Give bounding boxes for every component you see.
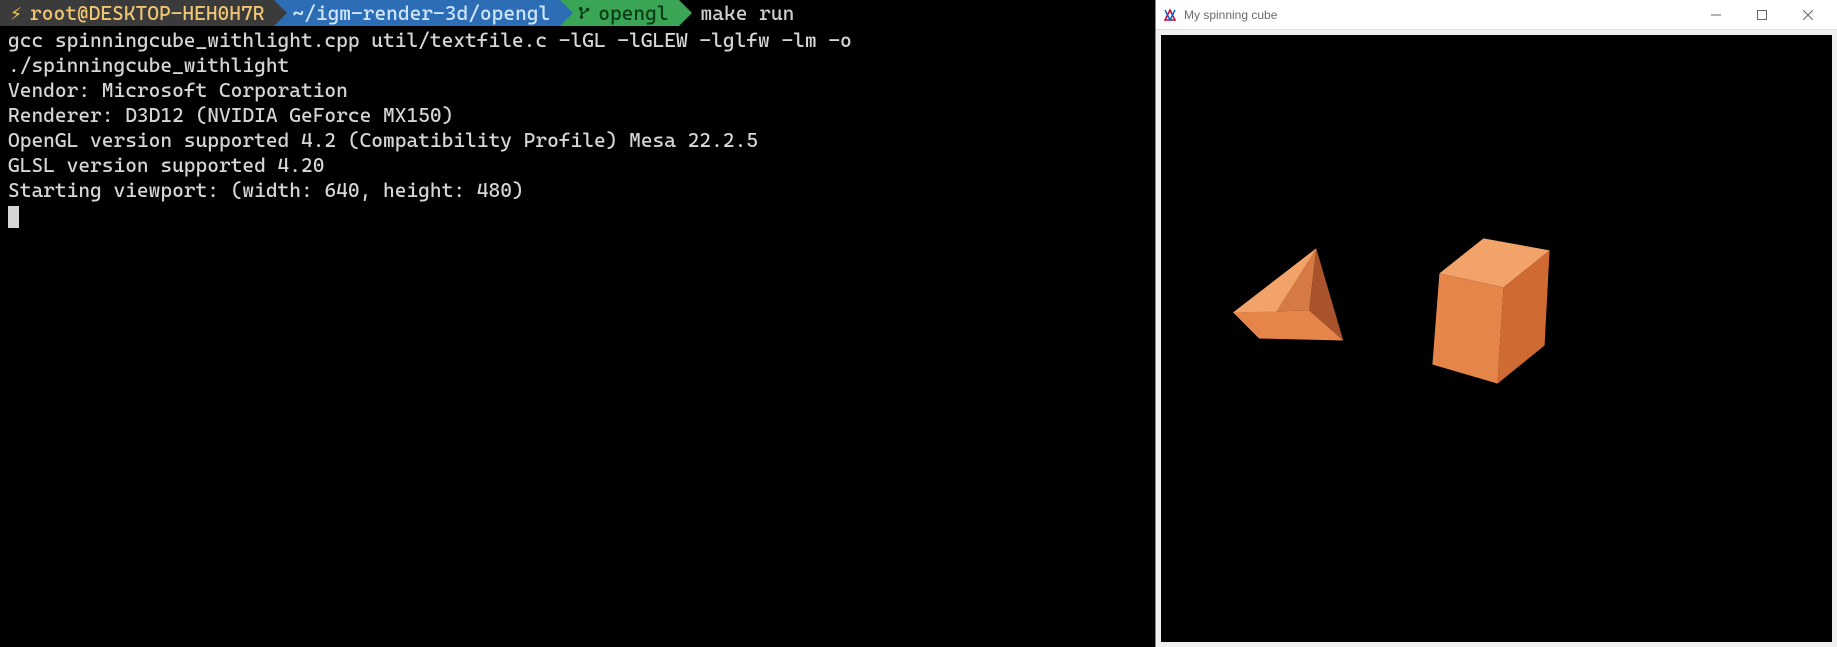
maximize-button[interactable] [1739,0,1785,30]
prompt-path-segment: ~/igm-render-3d/opengl [274,0,560,26]
prompt-user-host-segment: ⚡ root@DESKTOP-HEH0H7R [0,0,274,26]
output-line: OpenGL version supported 4.2 (Compatibil… [8,128,758,152]
opengl-window[interactable]: My spinning cube [1155,0,1837,647]
window-titlebar[interactable]: My spinning cube [1156,0,1837,30]
prompt-user-host: root@DESKTOP-HEH0H7R [30,1,264,26]
terminal-output: gcc spinningcube_withlight.cpp util/text… [0,26,1155,230]
prompt-branch-segment: opengl [560,0,678,26]
minimize-button[interactable] [1693,0,1739,30]
window-title: My spinning cube [1184,8,1693,22]
output-line: GLSL version supported 4.20 [8,153,324,177]
lightning-icon: ⚡ [10,1,22,26]
prompt-path: ~/igm-render-3d/opengl [292,1,550,26]
close-icon [1803,10,1813,20]
window-controls [1693,0,1831,30]
prompt-command: make run [679,1,795,26]
close-button[interactable] [1785,0,1831,30]
pyramid-shape [1233,248,1343,340]
output-line: Renderer: D3D12 (NVIDIA GeForce MX150) [8,103,453,127]
output-line: ./spinningcube_withlight [8,53,289,77]
terminal-cursor [8,206,19,228]
output-line: Starting viewport: (width: 640, height: … [8,178,524,202]
minimize-icon [1711,10,1721,20]
render-canvas [1161,35,1832,642]
git-branch-icon [578,1,592,26]
prompt-branch: opengl [598,1,668,26]
output-line: gcc spinningcube_withlight.cpp util/text… [8,28,852,52]
opengl-viewport[interactable] [1161,35,1832,642]
cube-shape [1432,238,1549,383]
output-line: Vendor: Microsoft Corporation [8,78,348,102]
maximize-icon [1757,10,1767,20]
prompt-bar: ⚡ root@DESKTOP-HEH0H7R ~/igm-render-3d/o… [0,0,1155,26]
terminal-pane[interactable]: ⚡ root@DESKTOP-HEH0H7R ~/igm-render-3d/o… [0,0,1155,647]
app-icon [1162,7,1178,23]
